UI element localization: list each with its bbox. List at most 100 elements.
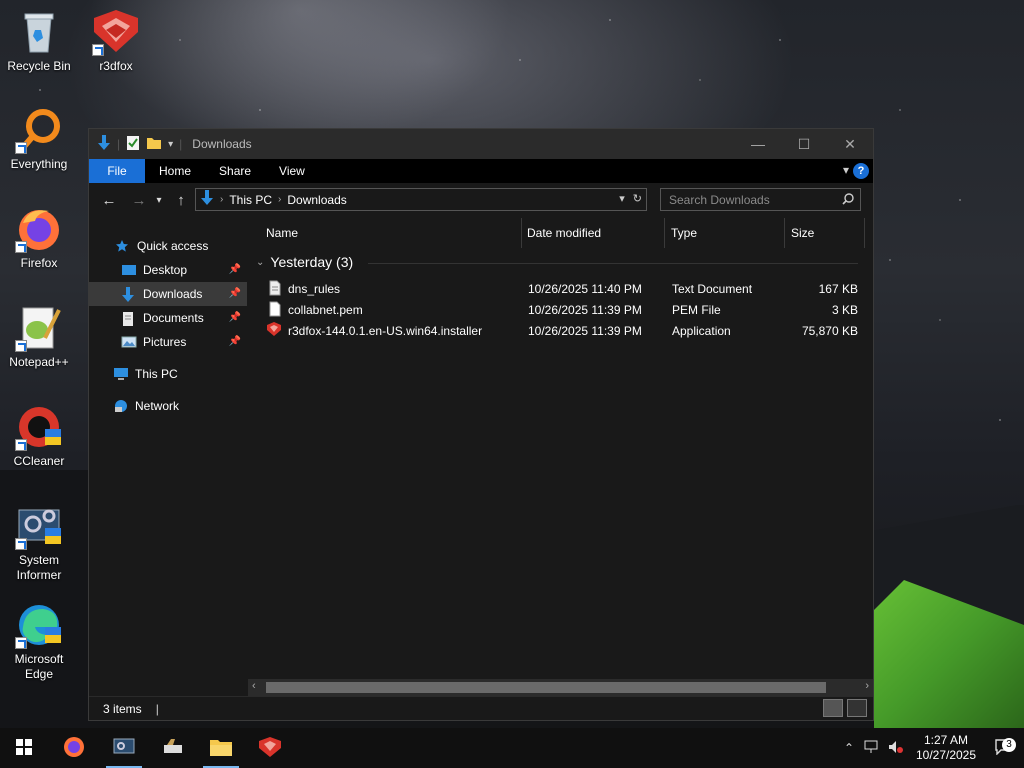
pin-icon[interactable]: 📌 (229, 336, 241, 347)
desktop-icon-system-informer[interactable]: System Informer (1, 502, 77, 583)
desktop-icon-notepadpp[interactable]: Notepad++ (1, 304, 77, 370)
taskbar-file-explorer[interactable] (197, 728, 245, 768)
nav-quick-access[interactable]: Quick access (89, 234, 247, 258)
new-folder-icon[interactable] (146, 135, 162, 154)
scroll-right-icon[interactable]: › (865, 680, 869, 692)
maximize-button[interactable]: ☐ (781, 129, 827, 159)
column-header-date-modified[interactable]: Date modified (521, 218, 665, 248)
large-icons-view-button[interactable] (847, 699, 867, 717)
chevron-right-icon: › (278, 194, 282, 205)
clock[interactable]: 1:27 AM 10/27/2025 (908, 733, 984, 763)
action-center-button[interactable]: 3 (984, 737, 1024, 758)
nav-item-network[interactable]: Network (89, 394, 247, 418)
shortcut-arrow-icon (15, 637, 27, 649)
back-arrow-icon: ← (101, 191, 117, 209)
shortcut-arrow-icon (92, 44, 104, 56)
desktop-icon-everything[interactable]: Everything (1, 106, 77, 172)
refresh-icon[interactable]: ↻ (633, 192, 642, 205)
up-arrow-icon: ↑ (177, 191, 185, 209)
edge-icon (15, 601, 63, 649)
file-name: collabnet.pem (288, 303, 363, 317)
window-title: Downloads (192, 137, 252, 151)
firefox-icon (62, 735, 86, 762)
status-separator: | (155, 701, 159, 716)
pin-icon[interactable]: 📌 (229, 312, 241, 323)
breadcrumb-downloads[interactable]: Downloads (287, 193, 346, 207)
search-box[interactable] (660, 188, 861, 211)
show-hidden-icons-icon[interactable]: ⌃ (838, 741, 860, 755)
firefox-icon (15, 205, 63, 253)
file-size: 75,870 KB (801, 324, 858, 338)
taskbar-r3dfox[interactable] (246, 728, 294, 768)
taskbar-firefox[interactable] (50, 728, 98, 768)
up-button[interactable]: ↑ (169, 192, 193, 209)
properties-icon[interactable] (126, 135, 140, 154)
expand-ribbon-icon[interactable]: ▾ (843, 163, 849, 177)
start-button[interactable] (0, 728, 48, 768)
pin-icon[interactable]: 📌 (229, 264, 241, 275)
nav-item-downloads[interactable]: Downloads 📌 (89, 282, 247, 306)
file-row[interactable]: collabnet.pem 10/26/2025 11:39 PM PEM Fi… (248, 300, 873, 321)
file-name: r3dfox-144.0.1.en-US.win64.installer (288, 324, 483, 338)
file-icon (268, 301, 282, 320)
desktop-icon-edge[interactable]: Microsoft Edge (1, 601, 77, 682)
pin-icon[interactable]: 📌 (229, 288, 241, 299)
breadcrumb-this-pc[interactable]: This PC (229, 193, 272, 207)
desktop-icon-recycle-bin[interactable]: Recycle Bin (1, 8, 77, 74)
navigation-bar: ← → ▾ ↑ › This PC › Downloads ▾ ↻ (89, 183, 873, 217)
nav-item-pictures[interactable]: Pictures 📌 (89, 330, 247, 354)
scroll-left-icon[interactable]: ‹ (252, 680, 256, 692)
nav-label: Pictures (143, 335, 187, 349)
scanner-icon (161, 735, 185, 762)
nav-item-this-pc[interactable]: This PC (89, 362, 247, 386)
network-icon (113, 399, 129, 413)
desktop-icon-label: Microsoft Edge (14, 652, 64, 681)
nav-item-documents[interactable]: Documents 📌 (89, 306, 247, 330)
group-header[interactable]: ⌄ Yesterday (3) (256, 254, 353, 270)
file-row[interactable]: r3dfox-144.0.1.en-US.win64.installer 10/… (248, 321, 873, 342)
nav-label: Quick access (137, 239, 209, 253)
column-header-type[interactable]: Type (665, 218, 785, 248)
horizontal-scrollbar[interactable]: ‹ › (248, 679, 873, 696)
recent-locations-button[interactable]: ▾ (151, 195, 167, 206)
file-list: Name Date modified Type Size ⌄ Yesterday… (248, 218, 873, 696)
qat-dropdown-icon[interactable]: ▾ (168, 139, 173, 150)
network-icon[interactable] (860, 740, 884, 757)
tab-view[interactable]: View (265, 159, 319, 183)
forward-button[interactable]: → (127, 192, 151, 209)
desktop-icon-label: System Informer (16, 553, 62, 582)
help-icon[interactable]: ? (853, 163, 869, 179)
documents-icon (121, 311, 137, 326)
nav-label: Documents (143, 311, 204, 325)
tab-home[interactable]: Home (145, 159, 205, 183)
scrollbar-thumb[interactable] (266, 682, 826, 693)
taskbar-system-informer[interactable] (100, 728, 148, 768)
nav-item-desktop[interactable]: Desktop 📌 (89, 258, 247, 282)
r3dfox-icon (92, 8, 140, 56)
address-bar[interactable]: › This PC › Downloads ▾ ↻ (195, 188, 647, 211)
desktop-icon-r3dfox[interactable]: r3dfox (78, 8, 154, 74)
taskbar-app[interactable] (149, 728, 197, 768)
tab-share[interactable]: Share (205, 159, 265, 183)
volume-muted-icon[interactable] (884, 740, 908, 757)
tab-file[interactable]: File (89, 159, 145, 183)
file-date: 10/26/2025 11:40 PM (528, 282, 642, 296)
shortcut-arrow-icon (15, 439, 27, 451)
details-view-button[interactable] (823, 699, 843, 717)
desktop-icon-firefox[interactable]: Firefox (1, 205, 77, 271)
qat-separator: | (117, 137, 121, 151)
column-header-size[interactable]: Size (785, 218, 865, 248)
column-header-name[interactable]: Name (260, 218, 522, 248)
nav-label: Network (135, 399, 180, 413)
desktop-icon-ccleaner[interactable]: CCleaner (1, 403, 77, 469)
search-icon[interactable] (842, 193, 854, 208)
title-bar[interactable]: | ▾ | Downloads — ☐ ✕ (89, 129, 873, 159)
address-dropdown-icon[interactable]: ▾ (619, 192, 625, 205)
close-button[interactable]: ✕ (827, 129, 873, 159)
search-input[interactable] (669, 192, 834, 207)
file-row[interactable]: dns_rules 10/26/2025 11:40 PM Text Docum… (248, 279, 873, 300)
minimize-button[interactable]: — (735, 129, 781, 159)
file-explorer-window: | ▾ | Downloads — ☐ ✕ File Home Share Vi… (88, 128, 874, 721)
file-date: 10/26/2025 11:39 PM (528, 324, 642, 338)
back-button[interactable]: ← (97, 192, 121, 209)
